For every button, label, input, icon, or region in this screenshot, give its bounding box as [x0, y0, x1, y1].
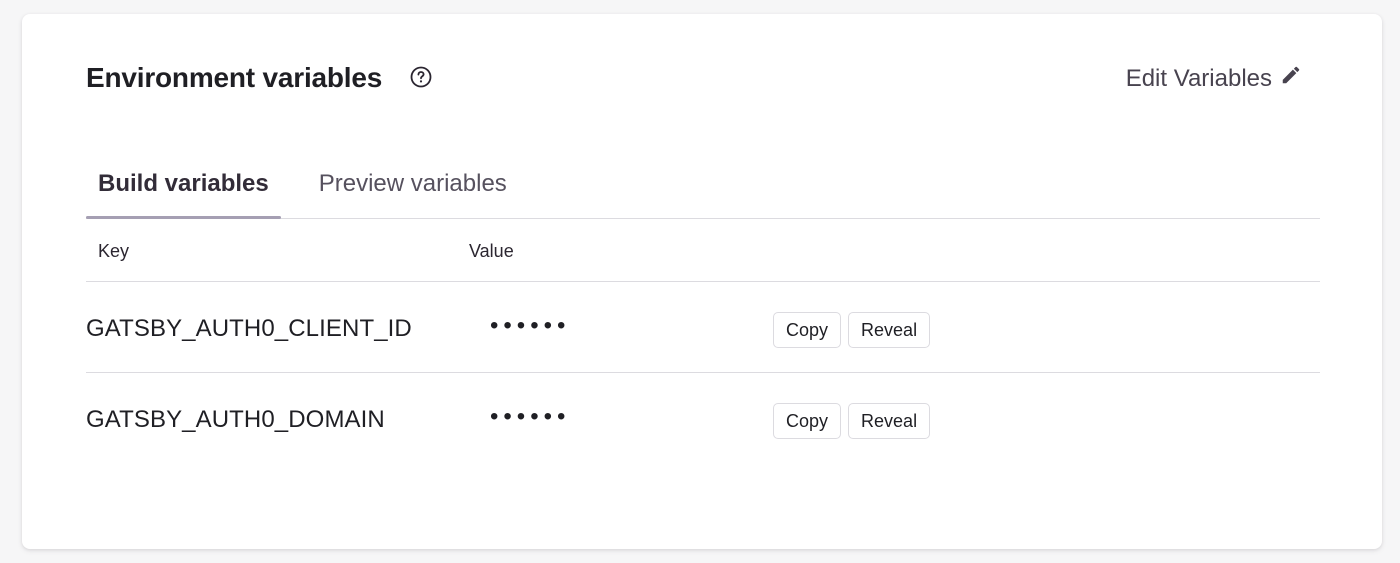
- question-circle-icon[interactable]: [409, 65, 433, 89]
- reveal-button[interactable]: Reveal: [848, 312, 931, 348]
- copy-button[interactable]: Copy: [773, 312, 842, 348]
- reveal-button[interactable]: Reveal: [848, 403, 931, 439]
- edit-variables-button[interactable]: Edit Variables: [1126, 64, 1302, 93]
- row-actions: Copy Reveal: [773, 403, 931, 439]
- table-row: GATSBY_AUTH0_CLIENT_ID •••••• Copy Revea…: [86, 282, 1320, 373]
- tab-build-variables[interactable]: Build variables: [86, 164, 281, 219]
- tab-preview-variables[interactable]: Preview variables: [307, 164, 519, 212]
- column-header-key: Key: [98, 241, 130, 261]
- edit-variables-label: Edit Variables: [1125, 64, 1272, 92]
- variable-tabs: Build variables Preview variables: [86, 164, 1320, 219]
- masked-value: ••••••: [490, 312, 571, 339]
- copy-button[interactable]: Copy: [773, 403, 842, 439]
- masked-value: ••••••: [490, 403, 571, 430]
- table-header: Key Value: [86, 219, 1320, 282]
- variables-table: Key Value GATSBY_AUTH0_CLIENT_ID •••••• …: [86, 219, 1320, 463]
- environment-variables-card: Environment variables Edit Variables Bui…: [22, 14, 1382, 549]
- page-title: Environment variables: [86, 62, 383, 93]
- row-actions: Copy Reveal: [773, 312, 931, 348]
- variable-key: GATSBY_AUTH0_CLIENT_ID: [86, 315, 412, 342]
- column-header-value: Value: [469, 241, 514, 261]
- variable-key: GATSBY_AUTH0_DOMAIN: [86, 406, 385, 433]
- pencil-icon: [1280, 64, 1302, 93]
- table-row: GATSBY_AUTH0_DOMAIN •••••• Copy Reveal: [86, 373, 1320, 463]
- card-header: Environment variables Edit Variables: [86, 58, 1302, 102]
